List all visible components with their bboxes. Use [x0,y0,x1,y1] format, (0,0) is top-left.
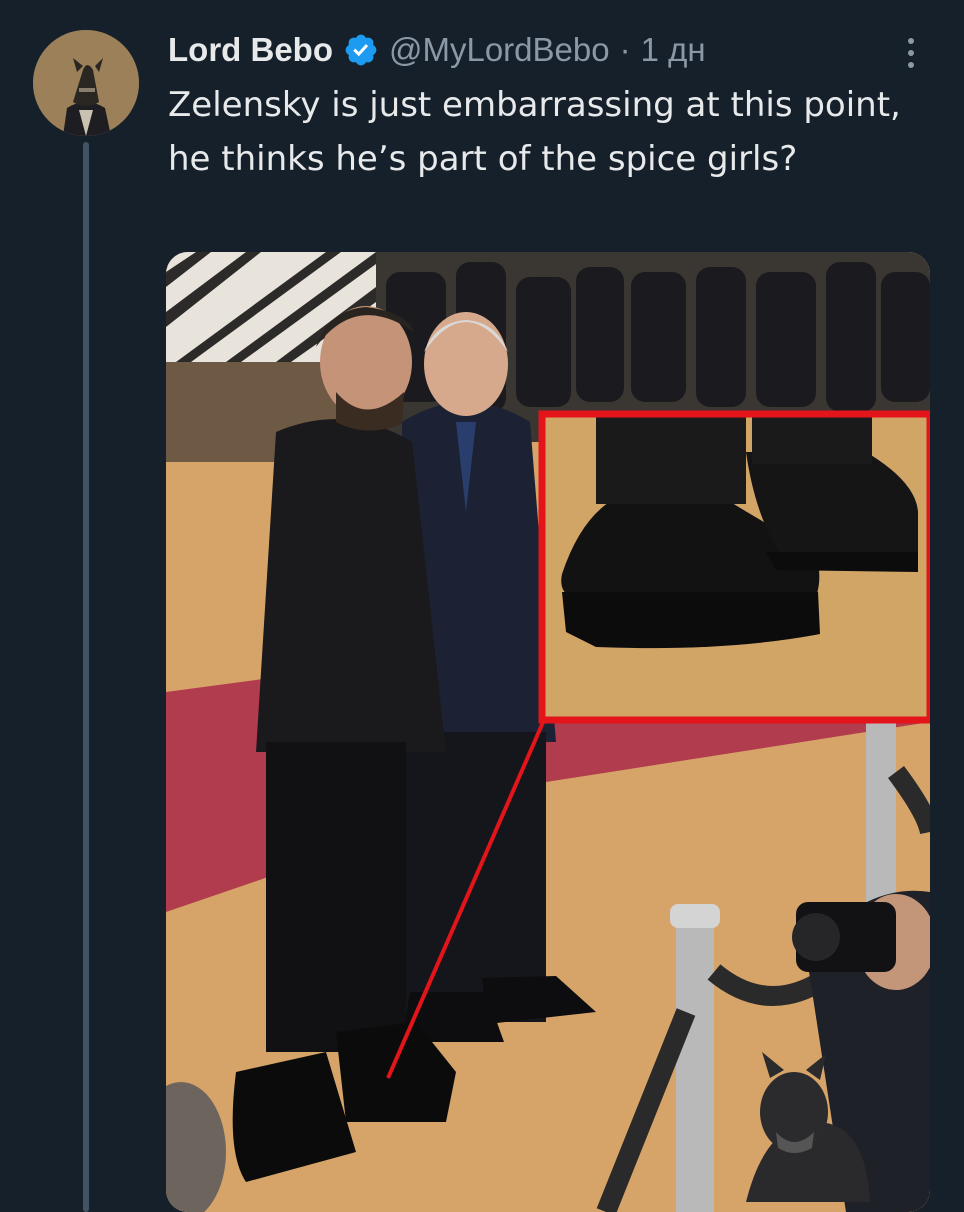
tweet-header: Lord Bebo @MyLordBebo · 1 дн [168,26,706,74]
avatar[interactable] [33,30,139,136]
tweet-text: Zelensky is just embarrassing at this po… [168,85,901,179]
verified-badge-icon [345,34,377,66]
more-vertical-icon[interactable] [896,30,926,76]
thread-connector-line [83,142,89,1212]
avatar-image [33,30,139,136]
post-timestamp[interactable]: 1 дн [641,31,706,69]
author-handle[interactable]: @MyLordBebo [389,31,610,69]
tweet-photo[interactable] [166,252,930,1212]
author-name[interactable]: Lord Bebo [168,31,333,69]
photo-image [166,252,930,1212]
separator-dot: · [619,31,631,68]
